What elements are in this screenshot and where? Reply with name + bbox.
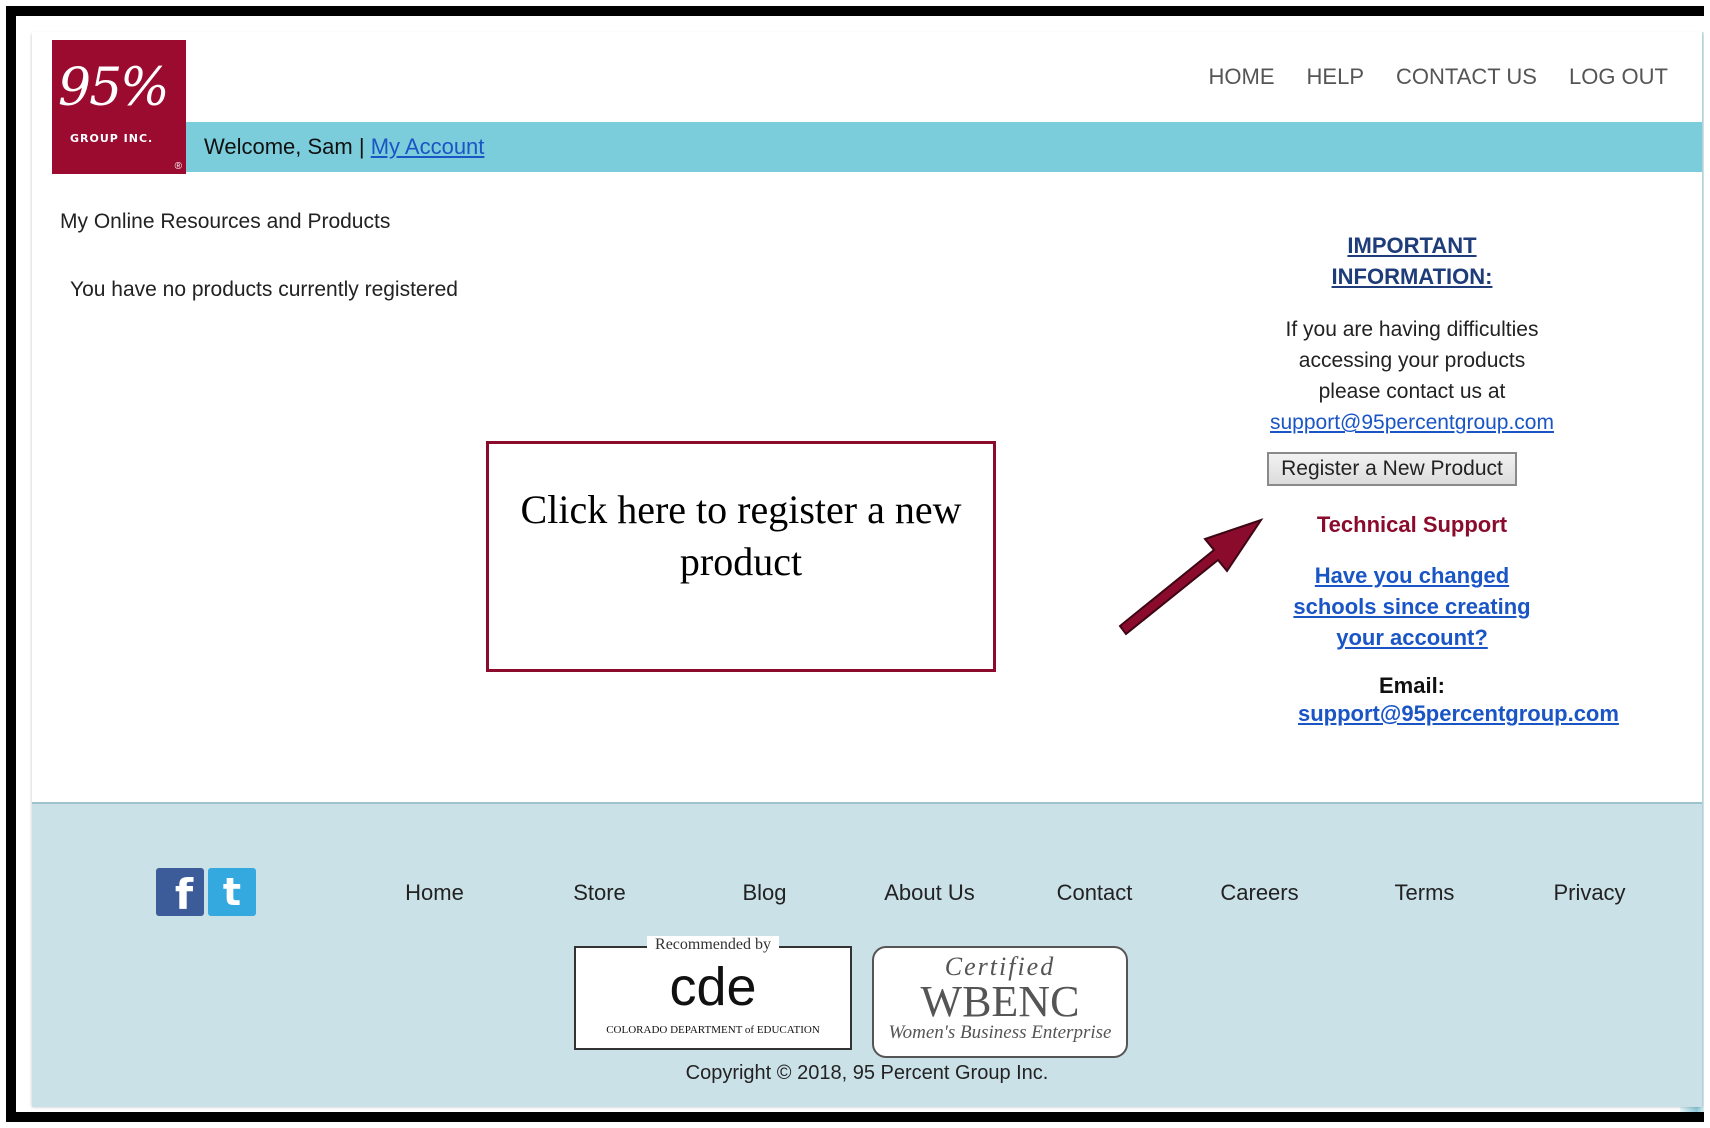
help-text: If you are having difficulties accessing… bbox=[1262, 314, 1562, 438]
support-email-link[interactable]: support@95percentgroup.com bbox=[1270, 411, 1554, 434]
footer-link-privacy[interactable]: Privacy bbox=[1507, 880, 1672, 906]
footer-link-store[interactable]: Store bbox=[517, 880, 682, 906]
facebook-icon[interactable]: f bbox=[156, 868, 204, 916]
help-text-line: accessing your products bbox=[1298, 349, 1526, 372]
footer-link-contact[interactable]: Contact bbox=[1012, 880, 1177, 906]
empty-products-message: You have no products currently registere… bbox=[70, 278, 458, 301]
footer-link-about[interactable]: About Us bbox=[847, 880, 1012, 906]
my-account-link[interactable]: My Account bbox=[371, 134, 485, 160]
technical-support-title: Technical Support bbox=[1316, 512, 1508, 537]
social-icons: f t bbox=[156, 868, 256, 916]
badges: Recommended by cde COLORADO DEPARTMENT o… bbox=[574, 936, 1128, 1058]
nav-home-link[interactable]: HOME bbox=[1209, 64, 1275, 90]
changed-schools-line: your account? bbox=[1336, 625, 1488, 650]
important-heading-line2: INFORMATION: bbox=[1331, 264, 1493, 289]
cde-logo: cde bbox=[669, 957, 757, 1017]
register-new-product-button[interactable]: Register a New Product bbox=[1267, 452, 1517, 486]
nav-help-link[interactable]: HELP bbox=[1307, 64, 1364, 90]
logo-subtitle: GROUP INC. bbox=[70, 132, 154, 145]
cde-badge: Recommended by cde COLORADO DEPARTMENT o… bbox=[574, 936, 852, 1050]
tech-support-email-link[interactable]: support@95percentgroup.com bbox=[1298, 701, 1619, 727]
logo-mark: 95% bbox=[58, 58, 170, 118]
cde-recommended-text: Recommended by bbox=[647, 936, 779, 954]
nav-logout-link[interactable]: LOG OUT bbox=[1569, 64, 1668, 90]
wbenc-subtitle: Women's Business Enterprise bbox=[888, 1022, 1112, 1043]
footer-link-home[interactable]: Home bbox=[352, 880, 517, 906]
email-label: Email: bbox=[1378, 673, 1446, 698]
twitter-icon[interactable]: t bbox=[208, 868, 256, 916]
changed-schools-line: schools since creating bbox=[1293, 594, 1531, 619]
changed-schools-link[interactable]: Have you changed schools since creating … bbox=[1262, 560, 1562, 653]
help-text-line: please contact us at bbox=[1318, 380, 1506, 403]
nav-contact-link[interactable]: CONTACT US bbox=[1396, 64, 1537, 90]
wbenc-logo: WBENC bbox=[920, 977, 1080, 1026]
footer: f t Home Store Blog About Us Contact Car… bbox=[32, 802, 1702, 1107]
important-heading-line1: IMPORTANT bbox=[1347, 233, 1477, 258]
changed-schools-line: Have you changed bbox=[1314, 563, 1510, 588]
top-navigation: HOME HELP CONTACT US LOG OUT bbox=[1209, 64, 1668, 90]
welcome-greeting: Welcome, Sam | bbox=[204, 134, 371, 159]
register-callout-box: Click here to register a new product bbox=[486, 441, 996, 672]
footer-links: Home Store Blog About Us Contact Careers… bbox=[352, 880, 1672, 906]
cde-department-text: COLORADO DEPARTMENT of EDUCATION bbox=[606, 1024, 820, 1036]
footer-link-blog[interactable]: Blog bbox=[682, 880, 847, 906]
info-sidebar: IMPORTANT INFORMATION: If you are having… bbox=[1262, 230, 1619, 727]
section-title: My Online Resources and Products bbox=[60, 210, 391, 233]
footer-link-careers[interactable]: Careers bbox=[1177, 880, 1342, 906]
welcome-bar: Welcome, Sam | My Account bbox=[186, 122, 1702, 172]
wbenc-badge: Certified WBENC Women's Business Enterpr… bbox=[872, 946, 1128, 1058]
copyright-text: Copyright © 2018, 95 Percent Group Inc. bbox=[685, 1062, 1049, 1084]
page: 95% GROUP INC. ® HOME HELP CONTACT US LO… bbox=[32, 32, 1702, 1107]
company-logo[interactable]: 95% GROUP INC. ® bbox=[52, 40, 186, 174]
screenshot-frame: 95% GROUP INC. ® HOME HELP CONTACT US LO… bbox=[6, 6, 1704, 1122]
footer-link-terms[interactable]: Terms bbox=[1342, 880, 1507, 906]
help-text-line: If you are having difficulties bbox=[1285, 318, 1539, 341]
registered-mark: ® bbox=[174, 161, 182, 172]
